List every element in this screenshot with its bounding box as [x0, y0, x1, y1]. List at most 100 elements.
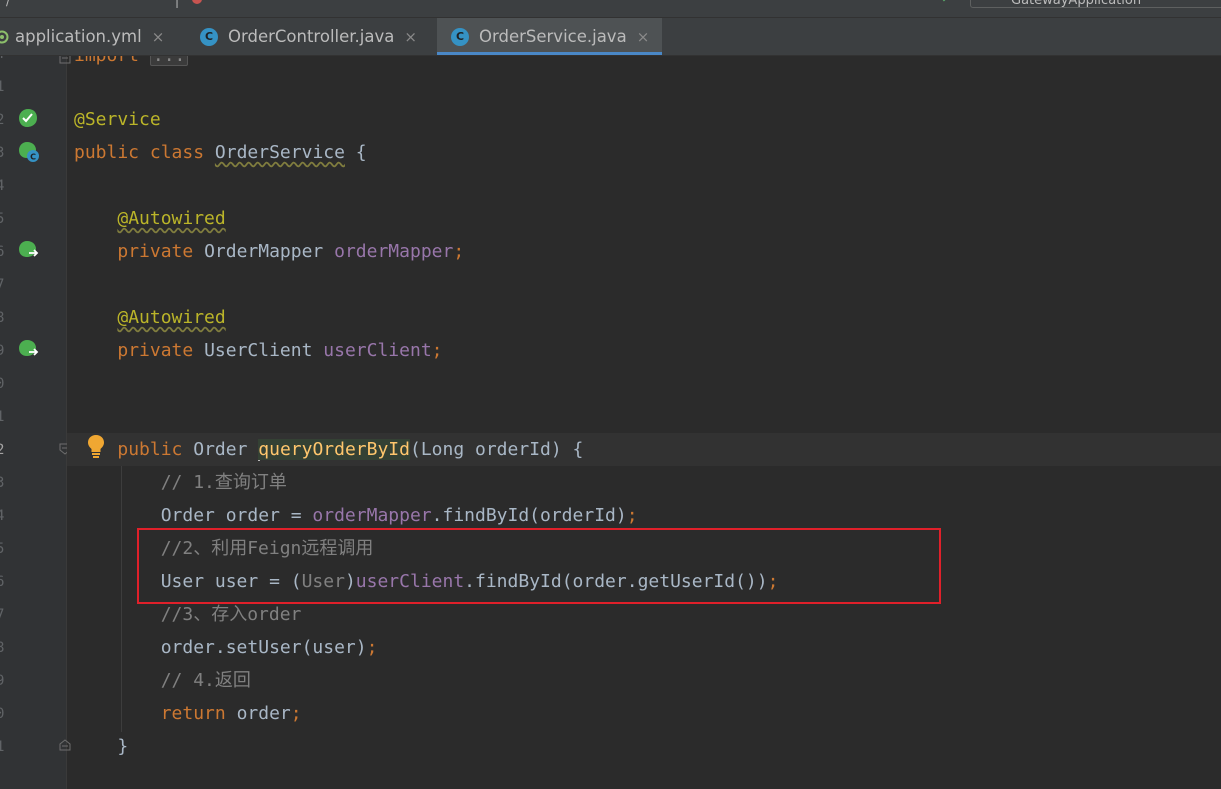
class-name: OrderService — [214, 142, 345, 163]
method-name: queryOrderById — [258, 439, 410, 460]
method-params: (Long orderId) — [409, 439, 562, 460]
semicolon: ; — [626, 505, 638, 526]
fold-end-icon[interactable] — [59, 739, 71, 751]
method-call: order.setUser(user) — [160, 637, 367, 658]
field-name: userClient — [323, 340, 432, 361]
code-line-set-user: order.setUser(user); — [74, 631, 378, 664]
line-number: 8 — [0, 310, 5, 326]
spring-bean-icon[interactable] — [17, 107, 39, 129]
tab-order-service[interactable]: C OrderService.java × — [437, 18, 662, 55]
semicolon: ; — [453, 241, 465, 262]
project-icon — [192, 0, 202, 4]
tab-label: OrderController.java — [228, 27, 395, 46]
code-line-service-annotation: @Service — [74, 103, 161, 136]
line-number: 7 — [0, 277, 5, 293]
close-icon[interactable]: × — [637, 28, 650, 46]
field-name: orderMapper — [334, 241, 454, 262]
line-number: 4 — [0, 508, 5, 524]
checkmark-icon — [942, 0, 946, 2]
type-name: OrderMapper — [204, 241, 324, 262]
annotation-autowired: @Autowired — [117, 208, 226, 229]
run-config-label: GatewayApplication — [1011, 0, 1142, 8]
annotation-service: @Service — [74, 109, 161, 130]
line-number: 6 — [0, 244, 5, 260]
keyword-return: return — [160, 703, 226, 724]
breadcrumb-separator: / — [6, 0, 11, 8]
yml-config-icon — [0, 30, 9, 43]
keyword-private: private — [117, 340, 194, 361]
svg-text:C: C — [30, 153, 36, 162]
code-line-class-decl: public class OrderService { — [74, 136, 367, 169]
keyword-private: private — [117, 241, 194, 262]
semicolon: ; — [290, 703, 302, 724]
line-number: 9 — [0, 673, 5, 689]
keyword-import: import — [74, 56, 139, 66]
code-line-method-decl: public Order queryOrderById(Long orderId… — [74, 433, 583, 466]
line-number-gutter: 4 1 2 3 4 5 6 7 8 9 0 1 2 3 4 5 6 7 8 9 … — [0, 56, 71, 789]
code-line-method-close: } — [74, 730, 128, 763]
line-number: 0 — [0, 376, 5, 392]
line-number: 1 — [0, 739, 5, 755]
code-line-return: return order; — [74, 697, 302, 730]
line-number: 9 — [0, 343, 5, 359]
line-number: 0 — [0, 706, 5, 722]
tab-application-yml[interactable]: application.yml × — [0, 18, 182, 55]
return-value: order — [236, 703, 291, 724]
java-class-icon: C — [451, 27, 469, 46]
code-line-autowired-2: @Autowired — [74, 301, 226, 334]
line-number: 6 — [0, 574, 5, 590]
annotation-autowired: @Autowired — [117, 307, 226, 328]
semicolon: ; — [431, 340, 443, 361]
tab-order-controller[interactable]: C OrderController.java × — [192, 18, 437, 55]
red-annotation-box — [137, 528, 941, 604]
line-number: 8 — [0, 640, 5, 656]
autowired-navigate-icon[interactable] — [17, 338, 41, 360]
brace: } — [117, 736, 129, 757]
code-line-user-client-field: private UserClient userClient; — [74, 334, 443, 367]
keyword-class: class — [149, 142, 205, 163]
navigation-bar: / | GatewayApplication — [0, 0, 1221, 18]
code-line-comment-4: // 4.返回 — [74, 664, 251, 697]
comment: // 1.查询订单 — [160, 472, 287, 493]
line-number: 2 — [0, 112, 5, 128]
line-number: 5 — [0, 211, 5, 227]
method-call: .findById(orderId) — [431, 505, 627, 526]
comment: //3、存入order — [160, 604, 302, 625]
tab-label: OrderService.java — [479, 27, 627, 46]
line-number: 4 — [0, 56, 4, 62]
line-number-current: 2 — [0, 442, 5, 458]
line-number: 3 — [0, 475, 5, 491]
editor-tab-bar: application.yml × C OrderController.java… — [0, 18, 1221, 56]
line-number: 1 — [0, 79, 5, 95]
line-number: 1 — [0, 409, 5, 425]
brace: { — [355, 142, 367, 163]
line-number: 4 — [0, 178, 5, 194]
spring-bean-class-icon[interactable]: C — [17, 140, 41, 164]
breadcrumb-divider: | — [175, 0, 180, 8]
run-configuration-selector[interactable]: GatewayApplication — [970, 0, 1221, 8]
variable-decl: Order order = — [160, 505, 313, 526]
close-icon[interactable]: × — [152, 28, 165, 46]
code-line-import: import ... — [74, 56, 189, 72]
code-line-autowired-1: @Autowired — [74, 202, 226, 235]
lightbulb-icon[interactable] — [86, 433, 106, 459]
semicolon: ; — [366, 637, 378, 658]
code-line-comment-1: // 1.查询订单 — [74, 466, 287, 499]
line-number: 5 — [0, 541, 5, 557]
type-name: UserClient — [204, 340, 313, 361]
autowired-navigate-icon[interactable] — [17, 239, 41, 261]
code-editor[interactable]: 4 1 2 3 4 5 6 7 8 9 0 1 2 3 4 5 6 7 8 9 … — [0, 56, 1221, 789]
keyword-public: public — [117, 439, 183, 460]
tab-label: application.yml — [15, 27, 142, 46]
java-class-icon: C — [200, 27, 218, 46]
field-ref: orderMapper — [312, 505, 432, 526]
keyword-public: public — [74, 142, 140, 163]
type-name: Order — [193, 439, 248, 460]
fold-expand-icon[interactable] — [59, 56, 71, 64]
line-number: 3 — [0, 145, 5, 161]
code-line-order-mapper-field: private OrderMapper orderMapper; — [74, 235, 464, 268]
close-icon[interactable]: × — [404, 28, 417, 46]
folded-imports[interactable]: ... — [149, 56, 189, 66]
brace: { — [572, 439, 584, 460]
line-number: 7 — [0, 607, 5, 623]
